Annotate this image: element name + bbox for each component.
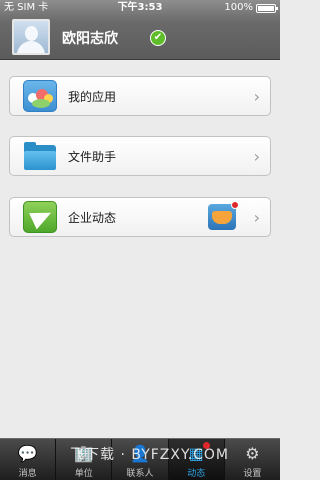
tab-bar: 💬 消息 🏢 单位 👤 联系人 ▦ 动态 ⚙ 设置: [0, 438, 280, 480]
chevron-right-icon: ›: [253, 208, 260, 227]
contacts-icon: 👤: [130, 444, 150, 463]
tab-organization[interactable]: 🏢 单位: [56, 439, 113, 480]
tab-label: 消息: [18, 469, 37, 479]
tab-label: 设置: [243, 469, 262, 479]
notification-dot: [231, 201, 239, 209]
gear-icon: ⚙: [245, 444, 260, 463]
avatar[interactable]: [12, 19, 50, 55]
menu-item-label: 企业动态: [68, 211, 117, 225]
folder-icon: [23, 140, 57, 172]
tab-label: 单位: [74, 469, 93, 479]
battery-icon: [256, 3, 278, 13]
organization-icon: 🏢: [73, 444, 94, 463]
chevron-right-icon: ›: [253, 147, 260, 166]
battery-percent: 100%: [224, 2, 253, 13]
menu-item-label: 我的应用: [68, 90, 117, 104]
battery-indicator: 100%: [224, 0, 278, 16]
apps-icon: [23, 80, 57, 112]
user-name: 欧阳志欣: [62, 31, 118, 47]
menu-item-file-assistant[interactable]: 文件助手 ›: [9, 136, 271, 176]
tab-messages[interactable]: 💬 消息: [0, 439, 57, 480]
crown-app-icon: [208, 201, 239, 230]
profile-header[interactable]: 欧阳志欣 ✔: [0, 16, 280, 60]
notification-dot: [202, 442, 210, 449]
tab-activity[interactable]: ▦ 动态: [168, 439, 225, 480]
tab-settings[interactable]: ⚙ 设置: [225, 439, 280, 480]
menu-item-label: 文件助手: [68, 150, 117, 164]
chat-icon: 💬: [17, 444, 38, 463]
verified-check-icon: ✔: [150, 30, 166, 46]
status-bar: 无 SIM 卡 下午3:53 100%: [0, 0, 280, 16]
menu-item-my-apps[interactable]: 我的应用 ›: [9, 76, 271, 116]
header-bar: 无 SIM 卡 下午3:53 100% 欧阳志欣 ✔: [0, 0, 280, 60]
menu-item-company-news[interactable]: 企业动态 ›: [9, 197, 271, 237]
tab-contacts[interactable]: 👤 联系人: [112, 439, 169, 480]
paper-plane-icon: [23, 201, 57, 233]
chevron-right-icon: ›: [253, 87, 260, 106]
tab-label: 动态: [187, 469, 206, 479]
tab-label: 联系人: [126, 469, 154, 479]
